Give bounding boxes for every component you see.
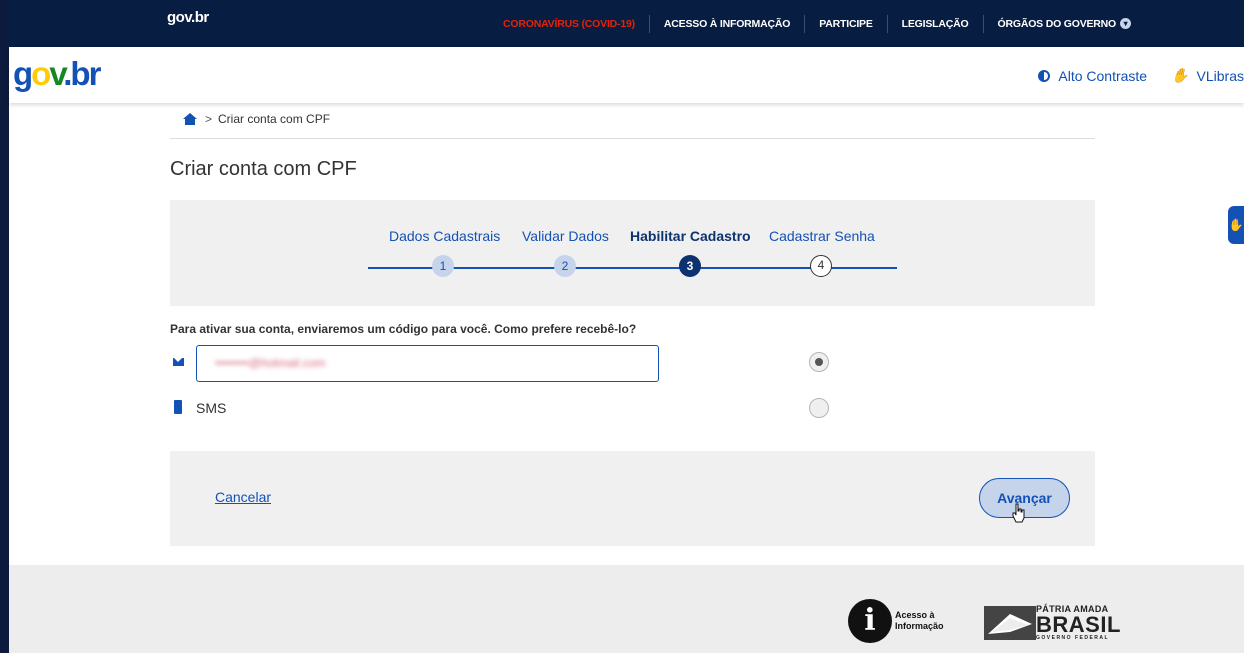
site-header: gov.br Alto Contraste ✋ VLibras xyxy=(9,47,1244,103)
breadcrumb-separator: > xyxy=(205,112,213,126)
step-label-dados-cadastrais: Dados Cadastrais xyxy=(389,228,501,244)
sms-radio[interactable] xyxy=(809,398,829,418)
logo-part-o: o xyxy=(31,55,51,92)
vlibras-widget-tab[interactable]: ✋ xyxy=(1228,206,1244,244)
topnav-item-orgaos-label: ÓRGÃOS DO GOVERNO xyxy=(997,17,1117,30)
brasil-line-2: BRASIL xyxy=(1036,612,1121,637)
step-circle-3: 3 xyxy=(679,255,701,277)
breadcrumb-divider xyxy=(170,138,1095,139)
topnav-item-acesso-informacao[interactable]: ACESSO À INFORMAÇÃO xyxy=(650,14,806,33)
topnav-item-covid[interactable]: CORONAVÍRUS (COVID-19) xyxy=(489,14,650,33)
email-radio[interactable] xyxy=(809,352,829,372)
acesso-informacao-logo[interactable]: i Acesso à Informação xyxy=(848,599,944,643)
email-field[interactable]: ••••••••@hotmail.com xyxy=(196,345,659,382)
contrast-icon xyxy=(1038,69,1051,82)
window-frame-edge xyxy=(0,0,9,653)
topnav-item-legislacao[interactable]: LEGISLAÇÃO xyxy=(888,14,984,33)
topnav-item-orgaos-governo[interactable]: ÓRGÃOS DO GOVERNO ▾ xyxy=(984,15,1146,33)
home-icon[interactable] xyxy=(183,113,197,125)
delivery-method-question: Para ativar sua conta, enviaremos um cód… xyxy=(170,322,637,336)
gov-top-bar: gov.br CORONAVÍRUS (COVID-19) ACESSO À I… xyxy=(9,0,1244,47)
step-label-cadastrar-senha: Cadastrar Senha xyxy=(769,228,875,244)
form-actions: Cancelar Avançar xyxy=(170,451,1095,546)
acesso-informacao-text: Acesso à Informação xyxy=(895,610,944,632)
patria-amada-brasil-logo[interactable]: PÁTRIA AMADA BRASIL GOVERNO FEDERAL xyxy=(984,605,1121,641)
step-circle-1: 1 xyxy=(432,255,454,277)
hands-icon: ✋ xyxy=(1228,218,1244,232)
step-circle-2: 2 xyxy=(554,255,576,277)
high-contrast-link[interactable]: Alto Contraste xyxy=(1038,68,1147,84)
info-icon: i xyxy=(848,599,892,643)
mobile-phone-icon xyxy=(174,400,182,414)
high-contrast-label: Alto Contraste xyxy=(1058,67,1148,84)
brasil-line-3: GOVERNO FEDERAL xyxy=(1036,635,1110,641)
acesso-line-2: Informação xyxy=(895,621,944,631)
topnav-item-participe[interactable]: PARTICIPE xyxy=(805,14,888,33)
top-navigation: CORONAVÍRUS (COVID-19) ACESSO À INFORMAÇ… xyxy=(489,0,1145,47)
progress-steps: Dados Cadastrais Validar Dados Habilitar… xyxy=(170,200,1095,306)
cancel-link[interactable]: Cancelar xyxy=(215,489,271,505)
govbr-small-logo[interactable]: gov.br xyxy=(167,9,209,26)
page-title: Criar conta com CPF xyxy=(170,158,357,180)
chevron-down-icon[interactable]: ▾ xyxy=(1120,17,1132,29)
logo-part-br: .br xyxy=(63,55,101,92)
vlibras-link[interactable]: ✋ VLibras xyxy=(1171,67,1244,84)
email-value: ••••••••@hotmail.com xyxy=(215,356,326,370)
site-footer: i Acesso à Informação PÁTRIA AMADA BRASI… xyxy=(9,565,1244,653)
envelope-icon xyxy=(173,358,184,366)
step-circle-4: 4 xyxy=(810,255,832,277)
vlibras-label: VLibras xyxy=(1196,67,1244,84)
step-label-validar-dados: Validar Dados xyxy=(522,228,609,244)
logo-part-g: g xyxy=(13,55,33,92)
govbr-logo[interactable]: gov.br xyxy=(13,55,101,93)
brasil-logo-text: PÁTRIA AMADA BRASIL GOVERNO FEDERAL xyxy=(1036,605,1121,641)
breadcrumb-current: Criar conta com CPF xyxy=(218,112,331,126)
sign-language-icon: ✋ xyxy=(1171,67,1189,83)
step-label-habilitar-cadastro: Habilitar Cadastro xyxy=(630,228,751,244)
breadcrumb: > Criar conta com CPF xyxy=(183,112,330,126)
acesso-line-1: Acesso à xyxy=(895,610,935,620)
logo-part-v: v xyxy=(49,55,65,92)
header-accessibility-links: Alto Contraste ✋ VLibras xyxy=(1014,67,1244,84)
sms-option-label: SMS xyxy=(196,400,227,416)
hand-cursor-icon xyxy=(1012,503,1025,523)
brasil-flag-icon xyxy=(984,606,1036,640)
